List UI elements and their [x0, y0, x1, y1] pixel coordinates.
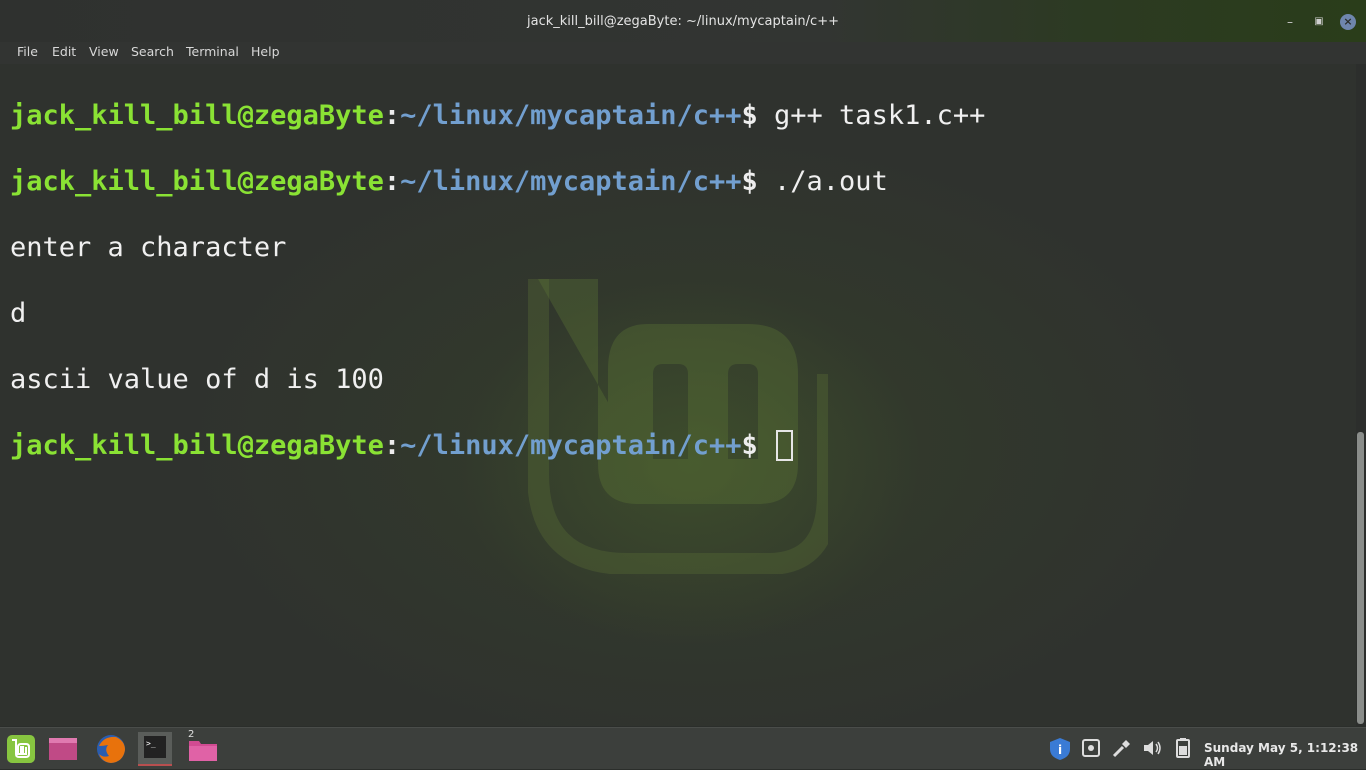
- terminal-output: jack_kill_bill@zegaByte:~/linux/mycaptai…: [10, 66, 985, 528]
- terminal-line: jack_kill_bill@zegaByte:~/linux/mycaptai…: [10, 165, 985, 198]
- tray-app-icon[interactable]: [1080, 737, 1102, 759]
- prompt-dollar: $: [741, 430, 775, 461]
- svg-text:i: i: [1058, 743, 1062, 757]
- prompt-colon: :: [383, 100, 401, 131]
- terminal-scrollbar[interactable]: [1356, 64, 1366, 726]
- prompt-colon: :: [383, 430, 401, 461]
- volume-icon[interactable]: [1141, 737, 1163, 759]
- window-count-badge: 2: [188, 729, 195, 740]
- mint-menu-icon[interactable]: [4, 732, 38, 766]
- prompt-user-host: jack_kill_bill@zegaByte: [10, 166, 384, 197]
- svg-text:>_: >_: [146, 739, 156, 748]
- command-text: g++ task1.c++: [774, 100, 986, 131]
- window-title: jack_kill_bill@zegaByte: ~/linux/mycapta…: [527, 14, 839, 29]
- firefox-icon[interactable]: [94, 732, 128, 766]
- terminal-line: jack_kill_bill@zegaByte:~/linux/mycaptai…: [10, 429, 985, 462]
- text-cursor[interactable]: [776, 430, 794, 461]
- maximize-button[interactable]: ▣: [1311, 14, 1327, 30]
- scrollbar-thumb[interactable]: [1357, 432, 1364, 724]
- terminal-line: d: [10, 298, 27, 329]
- minimize-button[interactable]: –: [1282, 14, 1298, 30]
- menu-file[interactable]: File: [17, 44, 38, 59]
- taskbar: >_ 2 i Sunday May 5, 1:12:38 AM: [0, 727, 1366, 769]
- update-shield-icon[interactable]: i: [1048, 737, 1070, 760]
- menu-terminal[interactable]: Terminal: [186, 44, 239, 59]
- terminal-icon[interactable]: >_: [138, 732, 172, 766]
- show-desktop-icon[interactable]: [46, 732, 80, 766]
- battery-icon[interactable]: [1172, 737, 1194, 759]
- menu-help[interactable]: Help: [251, 44, 280, 59]
- prompt-path: ~/linux/mycaptain/c++: [400, 430, 742, 461]
- prompt-colon: :: [383, 166, 401, 197]
- terminal-line: enter a character: [10, 232, 287, 263]
- terminal-area[interactable]: jack_kill_bill@zegaByte:~/linux/mycaptai…: [0, 64, 1356, 726]
- menu-view[interactable]: View: [89, 44, 119, 59]
- prompt-user-host: jack_kill_bill@zegaByte: [10, 430, 384, 461]
- prompt-dollar: $: [741, 100, 775, 131]
- menu-search[interactable]: Search: [131, 44, 174, 59]
- menu-bar: File Edit View Search Terminal Help: [0, 42, 1366, 64]
- network-icon[interactable]: [1111, 737, 1133, 759]
- window-titlebar[interactable]: jack_kill_bill@zegaByte: ~/linux/mycapta…: [0, 0, 1366, 42]
- menu-edit[interactable]: Edit: [52, 44, 76, 59]
- command-text: ./a.out: [774, 166, 888, 197]
- prompt-user-host: jack_kill_bill@zegaByte: [10, 100, 384, 131]
- close-button[interactable]: ×: [1340, 14, 1356, 30]
- terminal-line: jack_kill_bill@zegaByte:~/linux/mycaptai…: [10, 99, 985, 132]
- prompt-dollar: $: [741, 166, 775, 197]
- prompt-path: ~/linux/mycaptain/c++: [400, 166, 742, 197]
- prompt-path: ~/linux/mycaptain/c++: [400, 100, 742, 131]
- clock[interactable]: Sunday May 5, 1:12:38 AM: [1204, 741, 1366, 769]
- terminal-line: ascii value of d is 100: [10, 364, 384, 395]
